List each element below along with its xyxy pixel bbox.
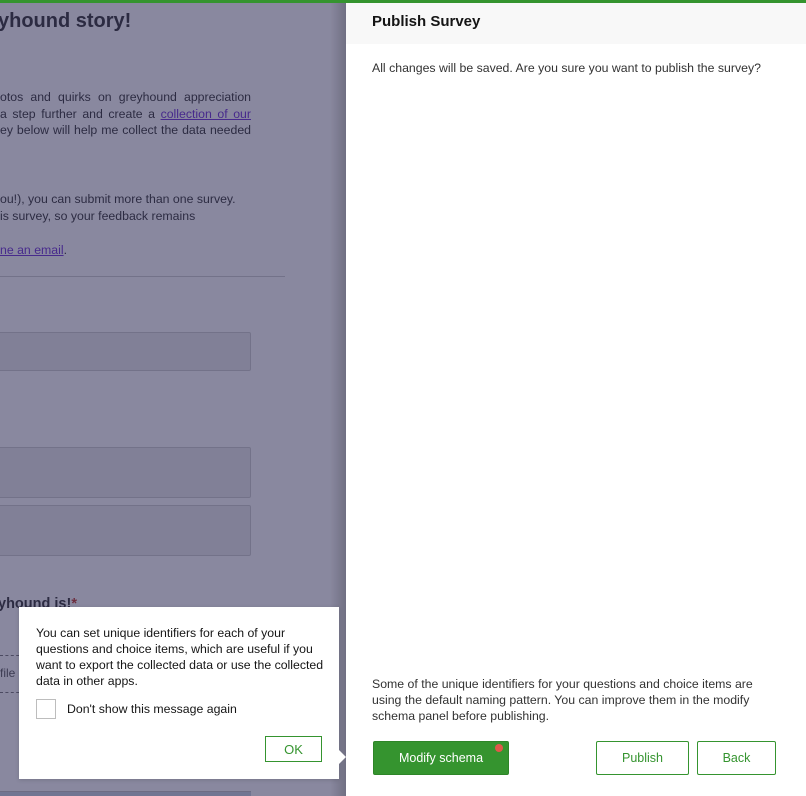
back-button[interactable]: Back <box>697 741 776 775</box>
top-accent-bar <box>0 0 806 3</box>
modify-schema-button[interactable]: Modify schema <box>373 741 509 775</box>
panel-title: Publish Survey <box>372 13 481 30</box>
dont-show-again-checkbox[interactable] <box>36 699 56 719</box>
popover-ok-button[interactable]: OK <box>265 736 322 762</box>
popover-text: You can set unique identifiers for each … <box>36 626 324 688</box>
modify-schema-label: Modify schema <box>398 751 484 765</box>
notification-dot-icon <box>495 744 503 752</box>
panel-header: Publish Survey <box>346 3 806 44</box>
schema-naming-note: Some of the unique identifiers for your … <box>372 677 753 723</box>
publish-survey-panel: Publish Survey All changes will be saved… <box>346 0 806 796</box>
schema-tip-popover: You can set unique identifiers for each … <box>19 607 346 779</box>
dont-show-again-label[interactable]: Don't show this message again <box>67 702 237 716</box>
publish-button[interactable]: Publish <box>596 741 689 775</box>
popover-arrow-icon <box>339 750 346 764</box>
publish-confirmation-message: All changes will be saved. Are you sure … <box>372 61 761 75</box>
